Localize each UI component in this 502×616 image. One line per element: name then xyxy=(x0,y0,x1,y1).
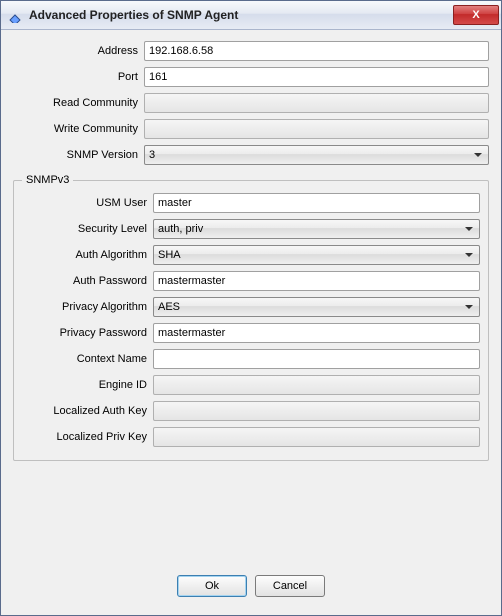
privacy-algorithm-value: AES xyxy=(158,301,180,313)
localized-priv-key-input[interactable] xyxy=(153,427,480,447)
auth-password-label: Auth Password xyxy=(22,275,153,287)
auth-password-input[interactable] xyxy=(153,271,480,291)
auth-algorithm-label: Auth Algorithm xyxy=(22,249,153,261)
snmp-version-select[interactable]: 3 xyxy=(144,145,489,165)
close-icon: X xyxy=(472,9,479,21)
localized-auth-key-input[interactable] xyxy=(153,401,480,421)
port-label: Port xyxy=(13,71,144,83)
privacy-password-input[interactable] xyxy=(153,323,480,343)
dialog-window: Advanced Properties of SNMP Agent X Addr… xyxy=(0,0,502,616)
localized-auth-key-label: Localized Auth Key xyxy=(22,405,153,417)
usm-user-label: USM User xyxy=(22,197,153,209)
port-input[interactable] xyxy=(144,67,489,87)
context-name-label: Context Name xyxy=(22,353,153,365)
auth-algorithm-value: SHA xyxy=(158,249,181,261)
context-name-input[interactable] xyxy=(153,349,480,369)
auth-algorithm-select[interactable]: SHA xyxy=(153,245,480,265)
titlebar: Advanced Properties of SNMP Agent X xyxy=(1,1,501,30)
close-button[interactable]: X xyxy=(453,5,499,25)
read-community-label: Read Community xyxy=(13,97,144,109)
localized-priv-key-label: Localized Priv Key xyxy=(22,431,153,443)
ok-button[interactable]: Ok xyxy=(177,575,247,597)
write-community-input[interactable] xyxy=(144,119,489,139)
snmp-version-value: 3 xyxy=(149,149,155,161)
address-label: Address xyxy=(13,45,144,57)
usm-user-input[interactable] xyxy=(153,193,480,213)
security-level-value: auth, priv xyxy=(158,223,203,235)
snmpv3-legend: SNMPv3 xyxy=(22,174,73,186)
button-row: Ok Cancel xyxy=(13,569,489,607)
read-community-input[interactable] xyxy=(144,93,489,113)
write-community-label: Write Community xyxy=(13,123,144,135)
security-level-label: Security Level xyxy=(22,223,153,235)
address-input[interactable] xyxy=(144,41,489,61)
privacy-password-label: Privacy Password xyxy=(22,327,153,339)
dialog-body: Address Port Read Community Write Commun… xyxy=(1,30,501,615)
privacy-algorithm-label: Privacy Algorithm xyxy=(22,301,153,313)
privacy-algorithm-select[interactable]: AES xyxy=(153,297,480,317)
engine-id-input[interactable] xyxy=(153,375,480,395)
snmp-version-label: SNMP Version xyxy=(13,149,144,161)
spacer xyxy=(13,461,489,569)
snmpv3-group: SNMPv3 USM User Security Level auth, pri… xyxy=(13,174,489,461)
app-icon xyxy=(7,7,23,23)
window-title: Advanced Properties of SNMP Agent xyxy=(29,8,447,22)
cancel-button[interactable]: Cancel xyxy=(255,575,325,597)
engine-id-label: Engine ID xyxy=(22,379,153,391)
security-level-select[interactable]: auth, priv xyxy=(153,219,480,239)
